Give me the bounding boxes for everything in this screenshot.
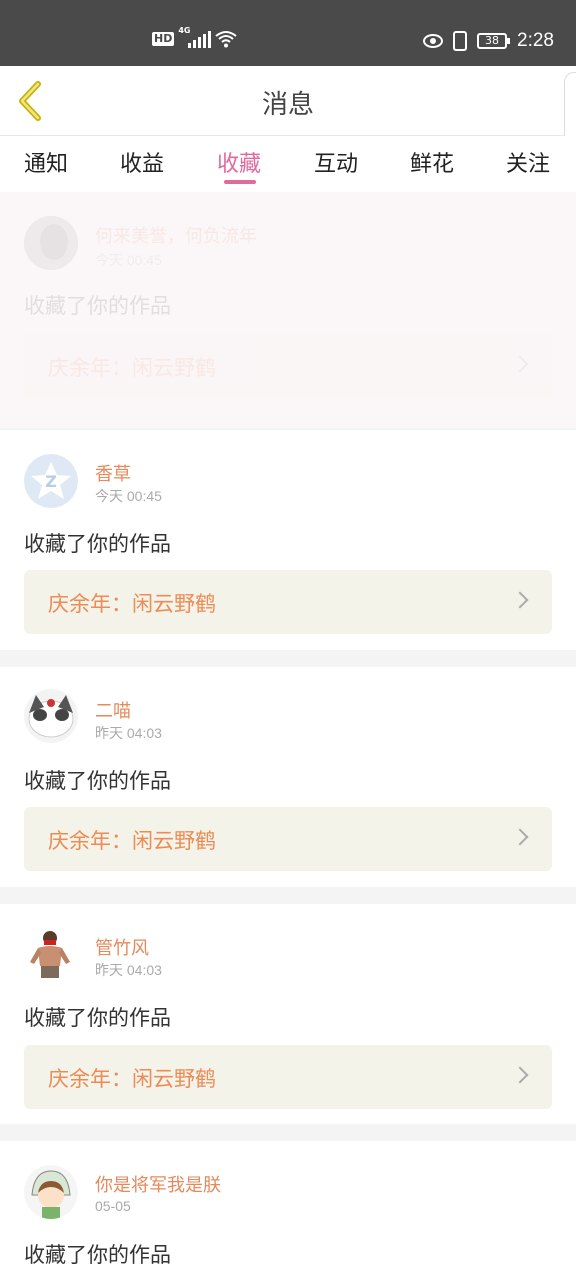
message-action: 收藏了你的作品 [24, 294, 171, 318]
message-action: 收藏了你的作品 [24, 1243, 171, 1267]
tab-flowers[interactable]: 鲜花 [410, 146, 454, 178]
tab-favorites[interactable]: 收藏 [217, 146, 261, 178]
work-link[interactable]: 庆余年：闲云野鹤 [24, 807, 552, 871]
username[interactable]: 二喵 [95, 697, 131, 723]
message-card[interactable]: Z 香草 今天 00:45 收藏了你的作品 庆余年：闲云野鹤 [0, 430, 576, 650]
avatar[interactable] [24, 689, 78, 743]
tab-interactions[interactable]: 互动 [314, 146, 358, 178]
work-link[interactable]: 庆余年：闲云野鹤 [24, 1045, 552, 1109]
message-action: 收藏了你的作品 [24, 532, 171, 556]
message-time: 今天 00:45 [95, 488, 162, 504]
status-left: HD 4G [152, 26, 237, 48]
tab-notifications[interactable]: 通知 [24, 146, 68, 178]
status-right: 38 2:28 [423, 30, 554, 52]
tab-bar: 通知 收益 收藏 互动 鲜花 关注 [0, 136, 576, 192]
message-time: 05-05 [95, 1198, 131, 1214]
tab-following[interactable]: 关注 [506, 146, 550, 178]
chevron-right-icon [511, 1066, 529, 1084]
chevron-right-icon [511, 355, 529, 373]
message-time: 昨天 04:03 [95, 725, 162, 741]
avatar[interactable] [24, 926, 78, 980]
avatar[interactable] [24, 216, 78, 270]
username[interactable]: 香草 [95, 460, 131, 486]
message-time: 今天 00:45 [95, 252, 162, 268]
username[interactable]: 管竹风 [95, 934, 149, 960]
work-link[interactable]: 庆余年：闲云野鹤 [24, 334, 552, 398]
chevron-right-icon [511, 591, 529, 609]
message-card[interactable]: 你是将军我是朕 05-05 收藏了你的作品 [0, 1141, 576, 1280]
eye-icon [423, 34, 444, 48]
avatar[interactable]: Z [24, 454, 78, 508]
chevron-right-icon [511, 828, 529, 846]
signal-icon: 4G [178, 26, 212, 48]
battery-icon: 38 [477, 33, 511, 49]
message-action: 收藏了你的作品 [24, 1006, 171, 1030]
status-bar: HD 4G 38 2:28 [0, 0, 576, 66]
active-tab-indicator [224, 180, 256, 184]
wifi-icon [215, 31, 237, 48]
username[interactable]: 你是将军我是朕 [95, 1171, 221, 1197]
work-title: 庆余年：闲云野鹤 [48, 829, 216, 853]
svg-text:Z: Z [45, 472, 57, 491]
tab-earnings[interactable]: 收益 [120, 146, 164, 178]
username[interactable]: 何来美誉，何负流年 [95, 222, 257, 248]
work-title: 庆余年：闲云野鹤 [48, 356, 216, 380]
work-title: 庆余年：闲云野鹤 [48, 1067, 216, 1091]
avatar[interactable] [24, 1165, 78, 1219]
message-action: 收藏了你的作品 [24, 769, 171, 793]
app-header: 消息 [0, 66, 576, 302]
clock: 2:28 [517, 30, 554, 51]
hd-badge: HD [152, 32, 175, 46]
vibrate-icon [453, 31, 468, 51]
page-title: 消息 [261, 90, 314, 120]
message-time: 昨天 04:03 [95, 962, 162, 978]
message-card[interactable]: 何来美誉，何负流年 今天 00:45 收藏了你的作品 庆余年：闲云野鹤 [0, 192, 576, 428]
network-type: 4G [178, 26, 191, 35]
work-title: 庆余年：闲云野鹤 [48, 592, 216, 616]
work-link[interactable]: 庆余年：闲云野鹤 [24, 570, 552, 634]
message-card[interactable]: 管竹风 昨天 04:03 收藏了你的作品 庆余年：闲云野鹤 [0, 904, 576, 1124]
message-card[interactable]: 二喵 昨天 04:03 收藏了你的作品 庆余年：闲云野鹤 [0, 667, 576, 887]
